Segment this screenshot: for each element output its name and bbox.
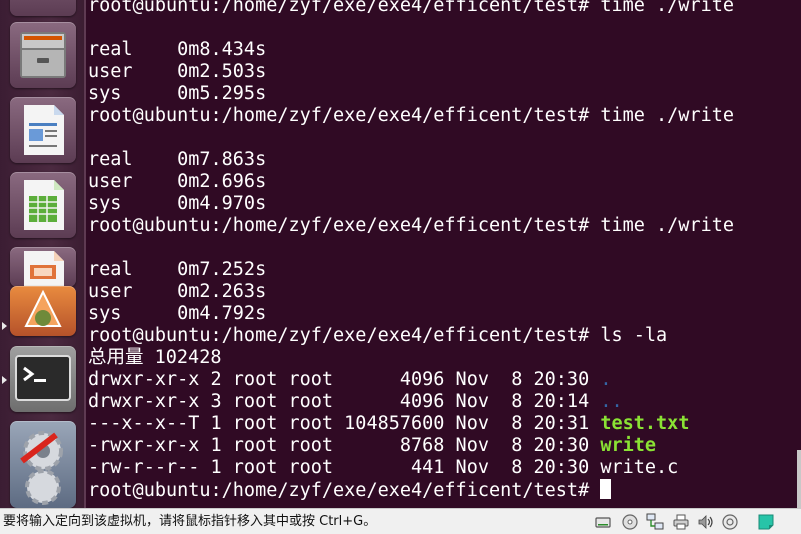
printer-icon[interactable] xyxy=(672,513,690,531)
terminal-icon[interactable] xyxy=(10,346,76,412)
files-icon[interactable] xyxy=(10,22,76,88)
terminal-window[interactable]: root@ubuntu:/home/zyf/exe/exe4/efficent/… xyxy=(86,0,801,508)
status-message: 要将输入定向到该虚拟机，请将鼠标指针移入其中或按 Ctrl+G。 xyxy=(3,514,377,529)
terminal-line: user 0m2.696s xyxy=(88,171,267,192)
terminal-line: root@ubuntu:/home/zyf/exe/exe4/efficent/… xyxy=(88,325,668,346)
writer-icon[interactable] xyxy=(10,97,76,163)
vm-status-bar: 要将输入定向到该虚拟机，请将鼠标指针移入其中或按 Ctrl+G。 xyxy=(0,508,801,534)
listing-meta: drwxr-xr-x 2 root root 4096 Nov 8 20:30 xyxy=(88,369,601,390)
unity-launcher xyxy=(0,0,86,508)
terminal-line: user 0m2.503s xyxy=(88,61,267,82)
running-indicator xyxy=(2,322,7,330)
listing-meta: -rwxr-xr-x 1 root root 8768 Nov 8 20:30 xyxy=(88,435,601,456)
sound-icon[interactable] xyxy=(697,513,715,531)
text-cursor xyxy=(600,479,612,499)
scrollbar-thumb[interactable] xyxy=(797,450,801,508)
listing-filename: test.txt xyxy=(600,413,690,434)
terminal-line: root@ubuntu:/home/zyf/exe/exe4/efficent/… xyxy=(88,0,735,16)
listing-filename: write xyxy=(600,435,657,456)
listing-row: ---x--x--T 1 root root 104857600 Nov 8 2… xyxy=(88,413,689,435)
terminal-line: sys 0m4.792s xyxy=(88,303,267,324)
terminal-line: root@ubuntu:/home/zyf/exe/exe4/efficent/… xyxy=(88,215,735,236)
shell-prompt: root@ubuntu:/home/zyf/exe/exe4/efficent/… xyxy=(88,480,601,501)
listing-row: -rw-r--r-- 1 root root 441 Nov 8 20:30 w… xyxy=(88,457,678,479)
calc-icon[interactable] xyxy=(10,172,76,238)
hard-disk-icon[interactable] xyxy=(594,513,612,531)
terminal-scrollbar[interactable] xyxy=(797,0,801,508)
terminal-line: user 0m2.263s xyxy=(88,281,267,302)
listing-meta: drwxr-xr-x 3 root root 4096 Nov 8 20:14 xyxy=(88,391,601,412)
listing-filename: .. xyxy=(600,391,623,412)
notes-icon[interactable] xyxy=(757,513,775,531)
cd-drive-icon[interactable] xyxy=(621,513,639,531)
listing-filename: write.c xyxy=(600,457,679,478)
listing-meta: ---x--x--T 1 root root 104857600 Nov 8 2… xyxy=(88,413,601,434)
terminal-line: real 0m7.252s xyxy=(88,259,267,280)
listing-row: -rwxr-xr-x 1 root root 8768 Nov 8 20:30 … xyxy=(88,435,656,457)
running-indicator xyxy=(2,376,7,384)
terminal-line: 总用量 102428 xyxy=(88,347,222,368)
terminal-line: sys 0m4.970s xyxy=(88,193,267,214)
partial-launcher-tile[interactable] xyxy=(10,0,76,16)
terminal-line: root@ubuntu:/home/zyf/exe/exe4/efficent/… xyxy=(88,105,735,126)
terminal-line: real 0m8.434s xyxy=(88,39,267,60)
listing-filename: . xyxy=(600,369,612,390)
system-settings-icon[interactable] xyxy=(10,421,76,508)
listing-row: drwxr-xr-x 2 root root 4096 Nov 8 20:30 … xyxy=(88,369,612,391)
prompt-line[interactable]: root@ubuntu:/home/zyf/exe/exe4/efficent/… xyxy=(88,479,612,501)
terminal-line: sys 0m5.295s xyxy=(88,83,267,104)
listing-row: drwxr-xr-x 3 root root 4096 Nov 8 20:14 … xyxy=(88,391,623,413)
listing-meta: -rw-r--r-- 1 root root 441 Nov 8 20:30 xyxy=(88,457,601,478)
terminal-line: real 0m7.863s xyxy=(88,149,267,170)
usb-icon[interactable] xyxy=(721,513,739,531)
impress-icon[interactable] xyxy=(10,247,76,287)
software-center-icon[interactable] xyxy=(10,286,76,336)
network-icon[interactable] xyxy=(646,513,664,531)
